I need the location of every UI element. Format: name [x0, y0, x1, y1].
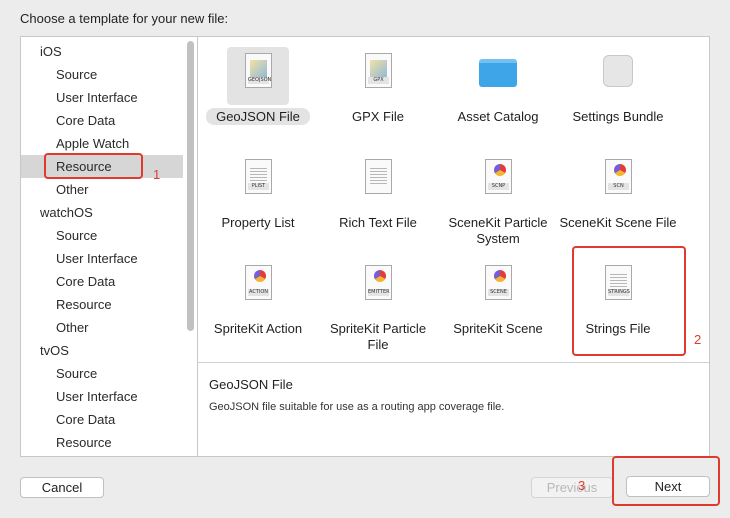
geojson-doc-icon: GEOJSON	[238, 53, 278, 97]
sidebar-scrollbar[interactable]	[187, 41, 194, 331]
description-text: GeoJSON file suitable for use as a routi…	[209, 401, 505, 413]
template-label-text: SpriteKit Particle File	[329, 321, 427, 352]
sidebar-item-source[interactable]: Source	[21, 63, 183, 86]
template-label-text: SceneKit Particle System	[448, 215, 548, 246]
annotation-box-next	[612, 456, 720, 506]
template-description: GeoJSON File GeoJSON file suitable for u…	[198, 362, 709, 456]
sidebar-group-ios[interactable]: iOS	[21, 40, 183, 63]
icon-tag: EMITTER	[368, 289, 390, 296]
template-tile[interactable]: ACTION SpriteKit Action	[198, 255, 318, 361]
scn-doc-icon: SCN	[598, 159, 638, 203]
template-label: SceneKit Scene File	[558, 215, 678, 231]
template-label: SpriteKit Particle File	[318, 321, 438, 353]
template-tile[interactable]: GEOJSON GeoJSON File	[198, 43, 318, 149]
template-label-text: GeoJSON File	[206, 108, 310, 125]
template-label: SpriteKit Action	[198, 321, 318, 337]
sidebar-item-user-interface[interactable]: User Interface	[21, 385, 183, 408]
icon-tag: GPX	[368, 77, 389, 84]
icon-tag: SCNP	[488, 183, 509, 190]
template-label: Asset Catalog	[438, 109, 558, 125]
template-tile[interactable]: Asset Catalog	[438, 43, 558, 149]
sidebar-item-source[interactable]: Source	[21, 224, 183, 247]
template-tile[interactable]: Settings Bundle	[558, 43, 678, 149]
annotation-box-strings	[572, 246, 686, 356]
sidebar-item-apple-watch[interactable]: Apple Watch	[21, 132, 183, 155]
template-label-text: Asset Catalog	[457, 109, 539, 124]
dialog-title: Choose a template for your new file:	[20, 11, 229, 26]
template-label-text: GPX File	[351, 109, 404, 124]
template-tile[interactable]: SCNP SceneKit Particle System	[438, 149, 558, 255]
sidebar-item-core-data[interactable]: Core Data	[21, 270, 183, 293]
template-tile[interactable]: PLIST Property List	[198, 149, 318, 255]
folder-icon	[478, 53, 518, 97]
sidebar-item-core-data[interactable]: Core Data	[21, 109, 183, 132]
rich-text-doc-icon	[358, 159, 398, 203]
annotation-label-3: 3	[578, 478, 586, 493]
annotation-label-1: 1	[153, 167, 161, 182]
template-label: SceneKit Particle System	[438, 215, 558, 247]
description-title: GeoJSON File	[209, 377, 293, 392]
emitter-doc-icon: EMITTER	[358, 265, 398, 309]
icon-tag: SCN	[608, 183, 629, 190]
template-label: SpriteKit Scene	[438, 321, 558, 337]
scnp-doc-icon: SCNP	[478, 159, 518, 203]
sidebar-group-tvos[interactable]: tvOS	[21, 339, 183, 362]
sidebar-item-user-interface[interactable]: User Interface	[21, 86, 183, 109]
sidebar-group-watchos[interactable]: watchOS	[21, 201, 183, 224]
template-tile[interactable]: SCN SceneKit Scene File	[558, 149, 678, 255]
sidebar-item-core-data[interactable]: Core Data	[21, 408, 183, 431]
action-doc-icon: ACTION	[238, 265, 278, 309]
sidebar-item-resource[interactable]: Resource	[21, 431, 183, 454]
sidebar-item-resource[interactable]: Resource	[21, 293, 183, 316]
template-label-text: Settings Bundle	[572, 109, 664, 124]
template-label-text: SceneKit Scene File	[559, 215, 677, 230]
settings-bundle-icon	[598, 53, 638, 97]
annotation-box-resource	[44, 153, 143, 179]
sidebar-item-source[interactable]: Source	[21, 362, 183, 385]
cancel-button[interactable]: Cancel	[20, 477, 104, 498]
template-label-text: SpriteKit Action	[213, 321, 303, 336]
template-label: GeoJSON File	[198, 108, 318, 125]
icon-tag: ACTION	[248, 289, 269, 296]
icon-tag: SCENE	[488, 289, 509, 296]
template-label-text: Rich Text File	[339, 215, 417, 230]
gpx-doc-icon: GPX	[358, 53, 398, 97]
template-label: GPX File	[318, 109, 438, 125]
plist-doc-icon: PLIST	[238, 159, 278, 203]
template-label: Settings Bundle	[558, 109, 678, 125]
template-tile[interactable]: EMITTER SpriteKit Particle File	[318, 255, 438, 361]
template-label: Property List	[198, 215, 318, 231]
previous-button[interactable]: Previous	[531, 477, 613, 498]
template-label-text: Property List	[221, 215, 295, 230]
template-label: Rich Text File	[318, 215, 438, 231]
template-tile[interactable]: SCENE SpriteKit Scene	[438, 255, 558, 361]
category-sidebar: iOS Source User Interface Core Data Apple Wa…	[20, 36, 197, 457]
template-tile[interactable]: GPX GPX File	[318, 43, 438, 149]
sidebar-item-other[interactable]: Other	[21, 316, 183, 339]
scene-doc-icon: SCENE	[478, 265, 518, 309]
template-label-text: SpriteKit Scene	[453, 321, 543, 336]
annotation-label-2: 2	[694, 332, 702, 347]
icon-tag: GEOJSON	[248, 77, 272, 84]
sidebar-item-user-interface[interactable]: User Interface	[21, 247, 183, 270]
template-tile[interactable]: Rich Text File	[318, 149, 438, 255]
icon-tag: PLIST	[248, 183, 269, 190]
